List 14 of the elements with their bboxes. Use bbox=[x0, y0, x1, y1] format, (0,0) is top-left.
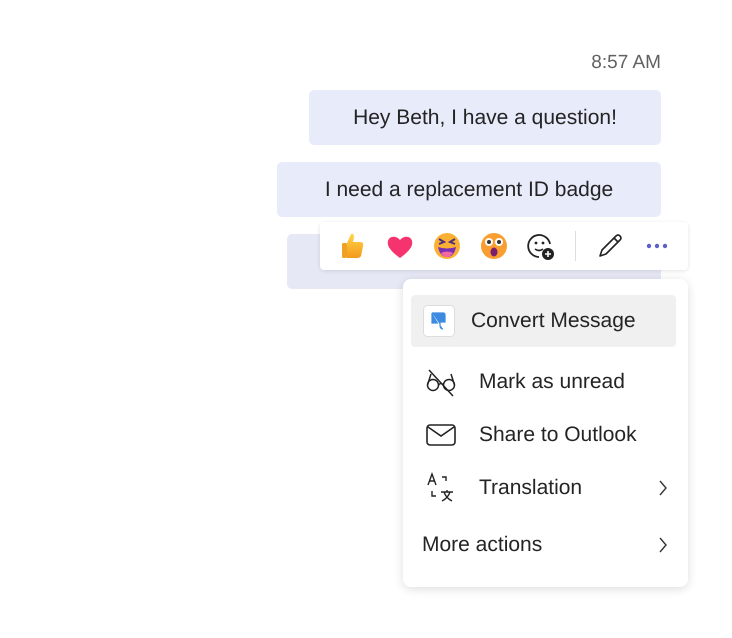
message-bubble[interactable]: Hey Beth, I have a question! bbox=[309, 90, 661, 145]
chevron-right-icon bbox=[658, 536, 668, 552]
add-reaction-icon[interactable] bbox=[526, 231, 556, 261]
menu-item[interactable]: Translation bbox=[411, 461, 676, 514]
menu-item[interactable]: Share to Outlook bbox=[411, 408, 676, 461]
surprised-face-icon[interactable] bbox=[479, 231, 509, 261]
chevron-right-icon bbox=[658, 480, 668, 496]
laughing-face-icon[interactable] bbox=[432, 231, 462, 261]
menu-item[interactable]: Convert Message bbox=[411, 295, 676, 347]
menu-item[interactable]: Mark as unread bbox=[411, 355, 676, 408]
menu-item[interactable]: More actions bbox=[411, 518, 676, 571]
message-bubble[interactable]: I need a replacement ID badge bbox=[277, 162, 661, 217]
app-icon bbox=[423, 305, 455, 337]
timestamp: 8:57 AM bbox=[591, 52, 661, 74]
